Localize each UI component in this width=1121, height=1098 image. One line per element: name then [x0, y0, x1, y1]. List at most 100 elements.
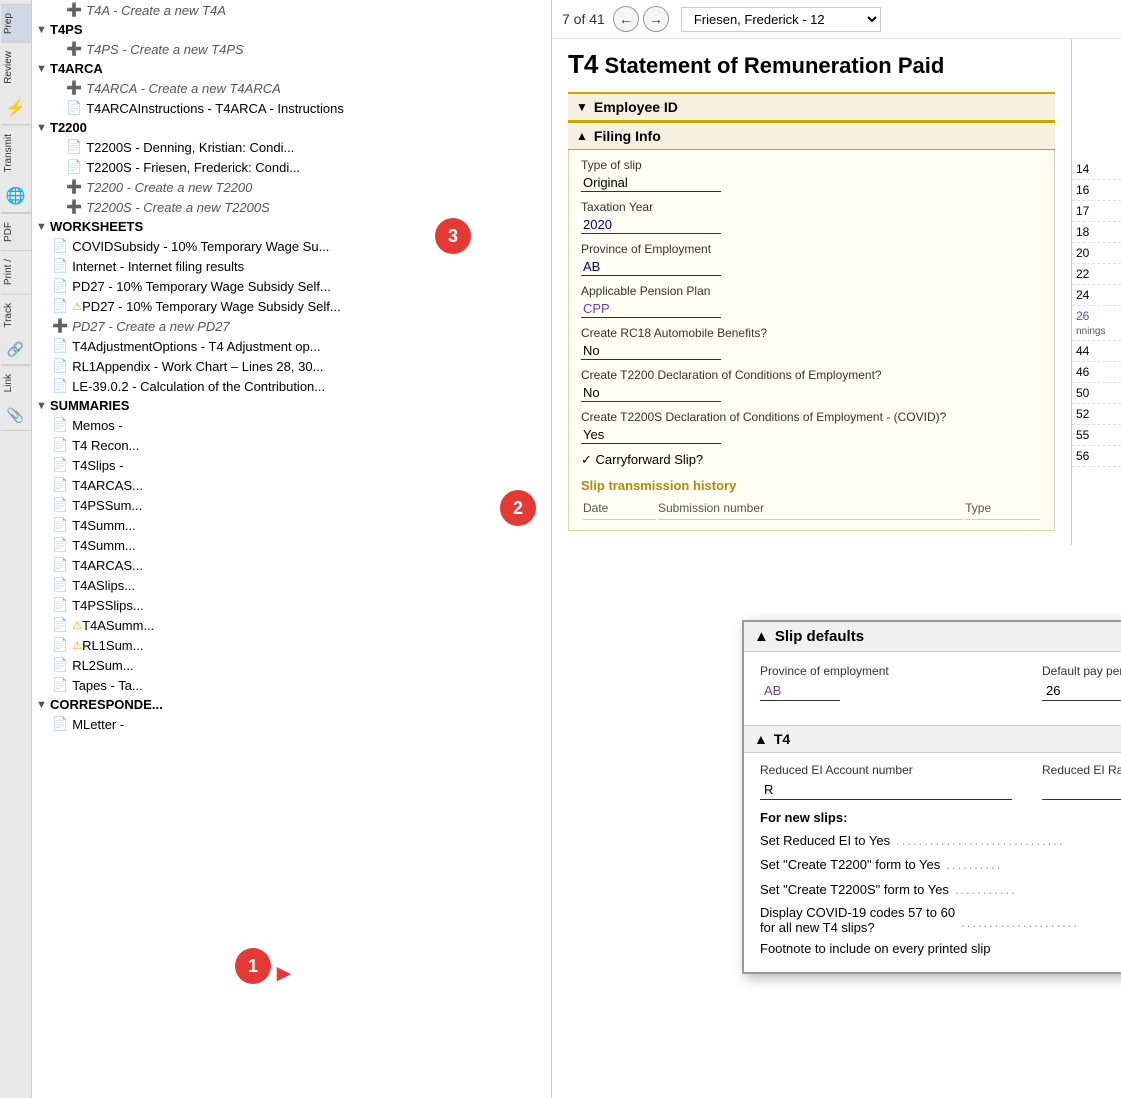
tree-item-rl1sum[interactable]: 📄 ⚠ RL1Sum...	[32, 635, 551, 655]
reduced-ei-rate-value[interactable]	[1042, 780, 1121, 800]
doc-icon: 📄	[52, 497, 68, 513]
sidebar-item-link[interactable]: Link	[1, 365, 31, 400]
tree-item-mletter[interactable]: 📄 MLetter -	[32, 714, 551, 734]
tree-item-t2200-group[interactable]: ▼ T2200	[32, 118, 551, 137]
t2200s-value[interactable]: Yes	[581, 426, 721, 444]
tree-item-t2200s-new[interactable]: ➕ T2200S - Create a new T2200S	[32, 197, 551, 217]
t2200-row: Create T2200 Declaration of Conditions o…	[581, 368, 1042, 402]
tree-icon: 🔗	[7, 341, 24, 358]
type-of-slip-label: Type of slip	[581, 158, 1042, 172]
t4-chevron: ▲	[754, 731, 768, 747]
collapse-icon: ▼	[36, 122, 50, 134]
set-reduced-ei-label: Set Reduced EI to Yes	[760, 833, 890, 848]
pay-period-value[interactable]: 26	[1042, 681, 1121, 701]
tree-item-t2200-new[interactable]: ➕ T2200 - Create a new T2200	[32, 177, 551, 197]
sidebar-item-tree[interactable]: 🔗	[1, 335, 31, 365]
tree-item-rl1appendix[interactable]: 📄 RL1Appendix - Work Chart – Lines 28, 3…	[32, 356, 551, 376]
sidebar-item-print[interactable]: Print /	[1, 250, 31, 293]
nav-next-button[interactable]: →	[643, 6, 669, 32]
tree-item-t4summ1[interactable]: 📄 T4Summ...	[32, 515, 551, 535]
t2200-value[interactable]: No	[581, 384, 721, 402]
sidebar-item-pdf[interactable]: PDF	[1, 213, 31, 250]
print-label: Print /	[3, 259, 14, 285]
tree-item-t4arca[interactable]: ▼ T4ARCA	[32, 59, 551, 78]
tree-item-rl2sum[interactable]: 📄 RL2Sum...	[32, 655, 551, 675]
tree-item-t4asumm[interactable]: 📄 ⚠ T4ASumm...	[32, 615, 551, 635]
province-label: Province of Employment	[581, 242, 1042, 256]
taxation-year-value[interactable]: 2020	[581, 216, 721, 234]
tree-item-correspond[interactable]: ▼ CORRESPONDE...	[32, 695, 551, 714]
reduced-ei-account-label: Reduced EI Account number	[760, 763, 1012, 777]
slip-defaults-province-row: Province of employment AB Default pay pe…	[760, 664, 1121, 701]
pension-plan-label: Applicable Pension Plan	[581, 284, 1042, 298]
plus-icon: ➕	[66, 41, 82, 57]
tree-item-t4arca-new[interactable]: ➕ T4ARCA - Create a new T4ARCA	[32, 78, 551, 98]
tree-item-covid[interactable]: 📄 COVIDSubsidy - 10% Temporary Wage Su..…	[32, 236, 551, 256]
collapse-icon: ▼	[36, 400, 50, 412]
pension-plan-value[interactable]: CPP	[581, 300, 721, 318]
transmission-title: Slip transmission history	[581, 478, 1042, 493]
tree-item-pd27-1[interactable]: 📄 PD27 - 10% Temporary Wage Subsidy Self…	[32, 276, 551, 296]
sidebar-item-globe[interactable]: 🌐	[1, 180, 31, 213]
tree-item-t4a-new[interactable]: ➕ T4A - Create a new T4A	[32, 0, 551, 20]
sidebar-item-track[interactable]: Track	[1, 294, 31, 336]
tree-item-t4psslips[interactable]: 📄 T4PSSlips...	[32, 595, 551, 615]
carryforward-label: ✓ Carryforward Slip?	[581, 452, 703, 468]
tree-item-t2200s-denning[interactable]: 📄 T2200S - Denning, Kristian: Condi...	[32, 137, 551, 157]
tree-item-t4summ2[interactable]: 📄 T4Summ...	[32, 535, 551, 555]
main-form-area: T4 Statement of Remuneration Paid ▼ Empl…	[552, 39, 1071, 545]
line-46: 46	[1072, 362, 1121, 383]
tree-item-t4pssum[interactable]: 📄 T4PSSum...	[32, 495, 551, 515]
filing-info-label: Filing Info	[594, 128, 661, 144]
pay-period-field: Default pay period type 26	[1042, 664, 1121, 701]
employee-id-label: Employee ID	[594, 99, 678, 115]
tree-item-memos[interactable]: 📄 Memos -	[32, 415, 551, 435]
tree-item-t4ps-new[interactable]: ➕ T4PS - Create a new T4PS	[32, 39, 551, 59]
doc-icon: 📄	[52, 657, 68, 673]
pay-period-label: Default pay period type	[1042, 664, 1121, 678]
form-content: T4 Statement of Remuneration Paid ▼ Empl…	[552, 39, 1071, 545]
province-field-value[interactable]: AB	[760, 681, 840, 701]
doc-icon: 📄	[66, 159, 82, 175]
employee-id-header[interactable]: ▼ Employee ID	[568, 92, 1055, 121]
type-of-slip-row: Type of slip Original	[581, 158, 1042, 192]
tree-item-worksheets[interactable]: ▼ WORKSHEETS	[32, 217, 551, 236]
taxation-year-row: Taxation Year 2020	[581, 200, 1042, 234]
tree-item-internet[interactable]: 📄 Internet - Internet filing results	[32, 256, 551, 276]
type-of-slip-value[interactable]: Original	[581, 174, 721, 192]
tree-item-t4slips[interactable]: 📄 T4Slips -	[32, 455, 551, 475]
collapse-icon: ▼	[36, 699, 50, 711]
sidebar-icons: Prep Review ⚡ Transmit 🌐 PDF Print / Tra…	[0, 0, 32, 1098]
doc-icon: 📄	[52, 517, 68, 533]
filing-info-header[interactable]: ▲ Filing Info	[568, 121, 1055, 150]
tree-item-le39[interactable]: 📄 LE-39.0.2 - Calculation of the Contrib…	[32, 376, 551, 396]
doc-icon: 📄	[52, 537, 68, 553]
tree-item-t2200s-friesen[interactable]: 📄 T2200S - Friesen, Frederick: Condi...	[32, 157, 551, 177]
tree-item-t4aslips[interactable]: 📄 T4ASlips...	[32, 575, 551, 595]
tree-item-tapes[interactable]: 📄 Tapes - Ta...	[32, 675, 551, 695]
sidebar-item-review[interactable]: Review	[1, 42, 31, 92]
tree-item-summaries[interactable]: ▼ SUMMARIES	[32, 396, 551, 415]
sidebar-item-clip[interactable]: 📎	[1, 401, 31, 431]
tree-item-t4arca-instructions[interactable]: 📄 T4ARCAInstructions - T4ARCA - Instruct…	[32, 98, 551, 118]
tree-item-t4adjust[interactable]: 📄 T4AdjustmentOptions - T4 Adjustment op…	[32, 336, 551, 356]
sidebar-item-prep[interactable]: Prep	[1, 4, 31, 42]
province-value[interactable]: AB	[581, 258, 721, 276]
employee-dropdown[interactable]: Friesen, Frederick - 12	[681, 7, 881, 32]
tree-item-pd27-2[interactable]: 📄 ⚠ PD27 - 10% Temporary Wage Subsidy Se…	[32, 296, 551, 316]
t4-header-label: T4	[774, 731, 790, 747]
sidebar-item-bolt[interactable]: ⚡	[1, 92, 31, 125]
tree-item-t4recon[interactable]: 📄 T4 Recon...	[32, 435, 551, 455]
tree-item-t4arcas2[interactable]: 📄 T4ARCAS...	[32, 555, 551, 575]
nav-prev-button[interactable]: ←	[613, 6, 639, 32]
tree-item-pd27-new[interactable]: ➕ PD27 - Create a new PD27	[32, 316, 551, 336]
auto-benefits-value[interactable]: No	[581, 342, 721, 360]
tree-item-t4arcas[interactable]: 📄 T4ARCAS...	[32, 475, 551, 495]
doc-icon: 📄	[52, 716, 68, 732]
transmission-section: Slip transmission history Date Submissio…	[581, 478, 1042, 522]
sidebar-item-transmit[interactable]: Transmit	[1, 125, 31, 181]
plus-icon: ➕	[66, 199, 82, 215]
tree-item-t4ps[interactable]: ▼ T4PS	[32, 20, 551, 39]
doc-icon: 📄	[52, 378, 68, 394]
reduced-ei-account-value[interactable]: R	[760, 780, 1012, 800]
